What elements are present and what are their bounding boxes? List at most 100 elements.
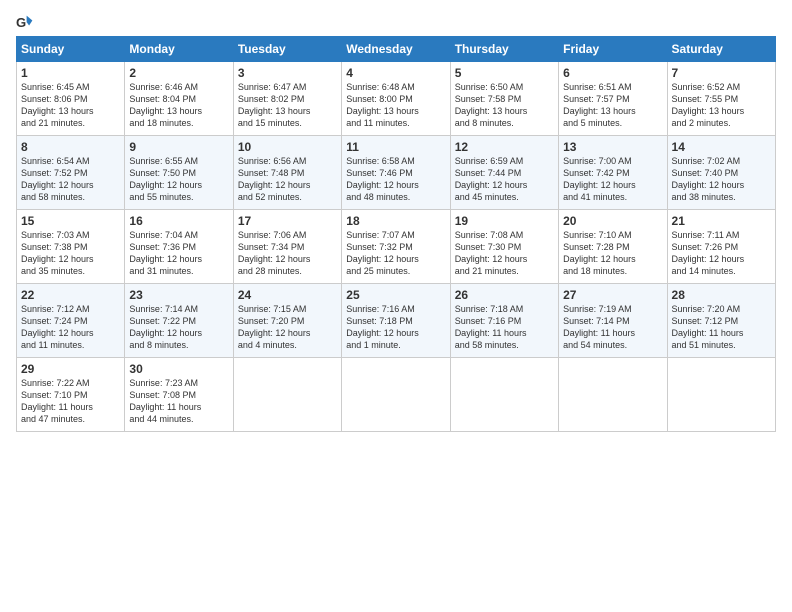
calendar-cell: 19Sunrise: 7:08 AM Sunset: 7:30 PM Dayli…	[450, 210, 558, 284]
calendar-cell: 18Sunrise: 7:07 AM Sunset: 7:32 PM Dayli…	[342, 210, 450, 284]
day-number: 25	[346, 288, 445, 302]
day-info: Sunrise: 6:56 AM Sunset: 7:48 PM Dayligh…	[238, 155, 337, 204]
calendar-cell: 3Sunrise: 6:47 AM Sunset: 8:02 PM Daylig…	[233, 62, 341, 136]
day-info: Sunrise: 7:16 AM Sunset: 7:18 PM Dayligh…	[346, 303, 445, 352]
day-number: 29	[21, 362, 120, 376]
day-info: Sunrise: 7:22 AM Sunset: 7:10 PM Dayligh…	[21, 377, 120, 426]
calendar-week-row: 22Sunrise: 7:12 AM Sunset: 7:24 PM Dayli…	[17, 284, 776, 358]
day-info: Sunrise: 6:55 AM Sunset: 7:50 PM Dayligh…	[129, 155, 228, 204]
day-info: Sunrise: 7:12 AM Sunset: 7:24 PM Dayligh…	[21, 303, 120, 352]
calendar-table: SundayMondayTuesdayWednesdayThursdayFrid…	[16, 36, 776, 432]
day-number: 18	[346, 214, 445, 228]
calendar-week-row: 15Sunrise: 7:03 AM Sunset: 7:38 PM Dayli…	[17, 210, 776, 284]
day-info: Sunrise: 6:54 AM Sunset: 7:52 PM Dayligh…	[21, 155, 120, 204]
logo: G	[16, 14, 36, 32]
day-header-monday: Monday	[125, 37, 233, 62]
day-number: 23	[129, 288, 228, 302]
calendar-cell	[233, 358, 341, 432]
calendar-cell: 25Sunrise: 7:16 AM Sunset: 7:18 PM Dayli…	[342, 284, 450, 358]
day-number: 9	[129, 140, 228, 154]
calendar-cell: 15Sunrise: 7:03 AM Sunset: 7:38 PM Dayli…	[17, 210, 125, 284]
day-number: 16	[129, 214, 228, 228]
day-number: 11	[346, 140, 445, 154]
day-number: 13	[563, 140, 662, 154]
calendar-cell: 24Sunrise: 7:15 AM Sunset: 7:20 PM Dayli…	[233, 284, 341, 358]
calendar-cell: 7Sunrise: 6:52 AM Sunset: 7:55 PM Daylig…	[667, 62, 775, 136]
day-info: Sunrise: 6:59 AM Sunset: 7:44 PM Dayligh…	[455, 155, 554, 204]
day-info: Sunrise: 7:14 AM Sunset: 7:22 PM Dayligh…	[129, 303, 228, 352]
day-number: 8	[21, 140, 120, 154]
calendar-cell: 5Sunrise: 6:50 AM Sunset: 7:58 PM Daylig…	[450, 62, 558, 136]
day-number: 24	[238, 288, 337, 302]
day-info: Sunrise: 7:10 AM Sunset: 7:28 PM Dayligh…	[563, 229, 662, 278]
day-header-thursday: Thursday	[450, 37, 558, 62]
calendar-cell: 12Sunrise: 6:59 AM Sunset: 7:44 PM Dayli…	[450, 136, 558, 210]
calendar-cell: 27Sunrise: 7:19 AM Sunset: 7:14 PM Dayli…	[559, 284, 667, 358]
calendar-cell: 11Sunrise: 6:58 AM Sunset: 7:46 PM Dayli…	[342, 136, 450, 210]
day-number: 17	[238, 214, 337, 228]
day-number: 28	[672, 288, 771, 302]
calendar-cell: 30Sunrise: 7:23 AM Sunset: 7:08 PM Dayli…	[125, 358, 233, 432]
day-header-tuesday: Tuesday	[233, 37, 341, 62]
logo-icon: G	[16, 14, 34, 32]
calendar-cell: 16Sunrise: 7:04 AM Sunset: 7:36 PM Dayli…	[125, 210, 233, 284]
day-header-wednesday: Wednesday	[342, 37, 450, 62]
day-number: 5	[455, 66, 554, 80]
calendar-cell	[342, 358, 450, 432]
day-info: Sunrise: 6:52 AM Sunset: 7:55 PM Dayligh…	[672, 81, 771, 130]
calendar-cell: 26Sunrise: 7:18 AM Sunset: 7:16 PM Dayli…	[450, 284, 558, 358]
day-number: 15	[21, 214, 120, 228]
calendar-cell: 22Sunrise: 7:12 AM Sunset: 7:24 PM Dayli…	[17, 284, 125, 358]
calendar-cell: 8Sunrise: 6:54 AM Sunset: 7:52 PM Daylig…	[17, 136, 125, 210]
calendar-cell: 28Sunrise: 7:20 AM Sunset: 7:12 PM Dayli…	[667, 284, 775, 358]
day-number: 12	[455, 140, 554, 154]
day-info: Sunrise: 7:08 AM Sunset: 7:30 PM Dayligh…	[455, 229, 554, 278]
calendar-cell: 23Sunrise: 7:14 AM Sunset: 7:22 PM Dayli…	[125, 284, 233, 358]
day-info: Sunrise: 6:51 AM Sunset: 7:57 PM Dayligh…	[563, 81, 662, 130]
day-number: 7	[672, 66, 771, 80]
day-info: Sunrise: 7:20 AM Sunset: 7:12 PM Dayligh…	[672, 303, 771, 352]
calendar-cell: 17Sunrise: 7:06 AM Sunset: 7:34 PM Dayli…	[233, 210, 341, 284]
day-number: 22	[21, 288, 120, 302]
day-number: 2	[129, 66, 228, 80]
calendar-cell: 9Sunrise: 6:55 AM Sunset: 7:50 PM Daylig…	[125, 136, 233, 210]
day-info: Sunrise: 7:06 AM Sunset: 7:34 PM Dayligh…	[238, 229, 337, 278]
day-info: Sunrise: 7:19 AM Sunset: 7:14 PM Dayligh…	[563, 303, 662, 352]
calendar-week-row: 1Sunrise: 6:45 AM Sunset: 8:06 PM Daylig…	[17, 62, 776, 136]
day-info: Sunrise: 6:58 AM Sunset: 7:46 PM Dayligh…	[346, 155, 445, 204]
calendar-cell: 4Sunrise: 6:48 AM Sunset: 8:00 PM Daylig…	[342, 62, 450, 136]
calendar-cell	[667, 358, 775, 432]
svg-text:G: G	[16, 15, 26, 30]
day-number: 20	[563, 214, 662, 228]
day-info: Sunrise: 7:23 AM Sunset: 7:08 PM Dayligh…	[129, 377, 228, 426]
calendar-cell: 10Sunrise: 6:56 AM Sunset: 7:48 PM Dayli…	[233, 136, 341, 210]
day-number: 19	[455, 214, 554, 228]
calendar-cell: 2Sunrise: 6:46 AM Sunset: 8:04 PM Daylig…	[125, 62, 233, 136]
day-info: Sunrise: 7:00 AM Sunset: 7:42 PM Dayligh…	[563, 155, 662, 204]
day-info: Sunrise: 7:18 AM Sunset: 7:16 PM Dayligh…	[455, 303, 554, 352]
calendar-cell: 1Sunrise: 6:45 AM Sunset: 8:06 PM Daylig…	[17, 62, 125, 136]
day-info: Sunrise: 6:48 AM Sunset: 8:00 PM Dayligh…	[346, 81, 445, 130]
header: G	[16, 14, 776, 32]
day-info: Sunrise: 7:03 AM Sunset: 7:38 PM Dayligh…	[21, 229, 120, 278]
day-info: Sunrise: 6:50 AM Sunset: 7:58 PM Dayligh…	[455, 81, 554, 130]
day-info: Sunrise: 6:45 AM Sunset: 8:06 PM Dayligh…	[21, 81, 120, 130]
day-info: Sunrise: 6:46 AM Sunset: 8:04 PM Dayligh…	[129, 81, 228, 130]
calendar-cell: 21Sunrise: 7:11 AM Sunset: 7:26 PM Dayli…	[667, 210, 775, 284]
day-number: 3	[238, 66, 337, 80]
day-number: 14	[672, 140, 771, 154]
day-number: 26	[455, 288, 554, 302]
day-number: 1	[21, 66, 120, 80]
calendar-cell: 13Sunrise: 7:00 AM Sunset: 7:42 PM Dayli…	[559, 136, 667, 210]
calendar-body: 1Sunrise: 6:45 AM Sunset: 8:06 PM Daylig…	[17, 62, 776, 432]
day-number: 27	[563, 288, 662, 302]
day-header-saturday: Saturday	[667, 37, 775, 62]
day-info: Sunrise: 7:07 AM Sunset: 7:32 PM Dayligh…	[346, 229, 445, 278]
calendar-cell	[450, 358, 558, 432]
calendar-header-row: SundayMondayTuesdayWednesdayThursdayFrid…	[17, 37, 776, 62]
day-number: 4	[346, 66, 445, 80]
day-number: 21	[672, 214, 771, 228]
calendar-week-row: 8Sunrise: 6:54 AM Sunset: 7:52 PM Daylig…	[17, 136, 776, 210]
day-header-sunday: Sunday	[17, 37, 125, 62]
calendar-cell	[559, 358, 667, 432]
